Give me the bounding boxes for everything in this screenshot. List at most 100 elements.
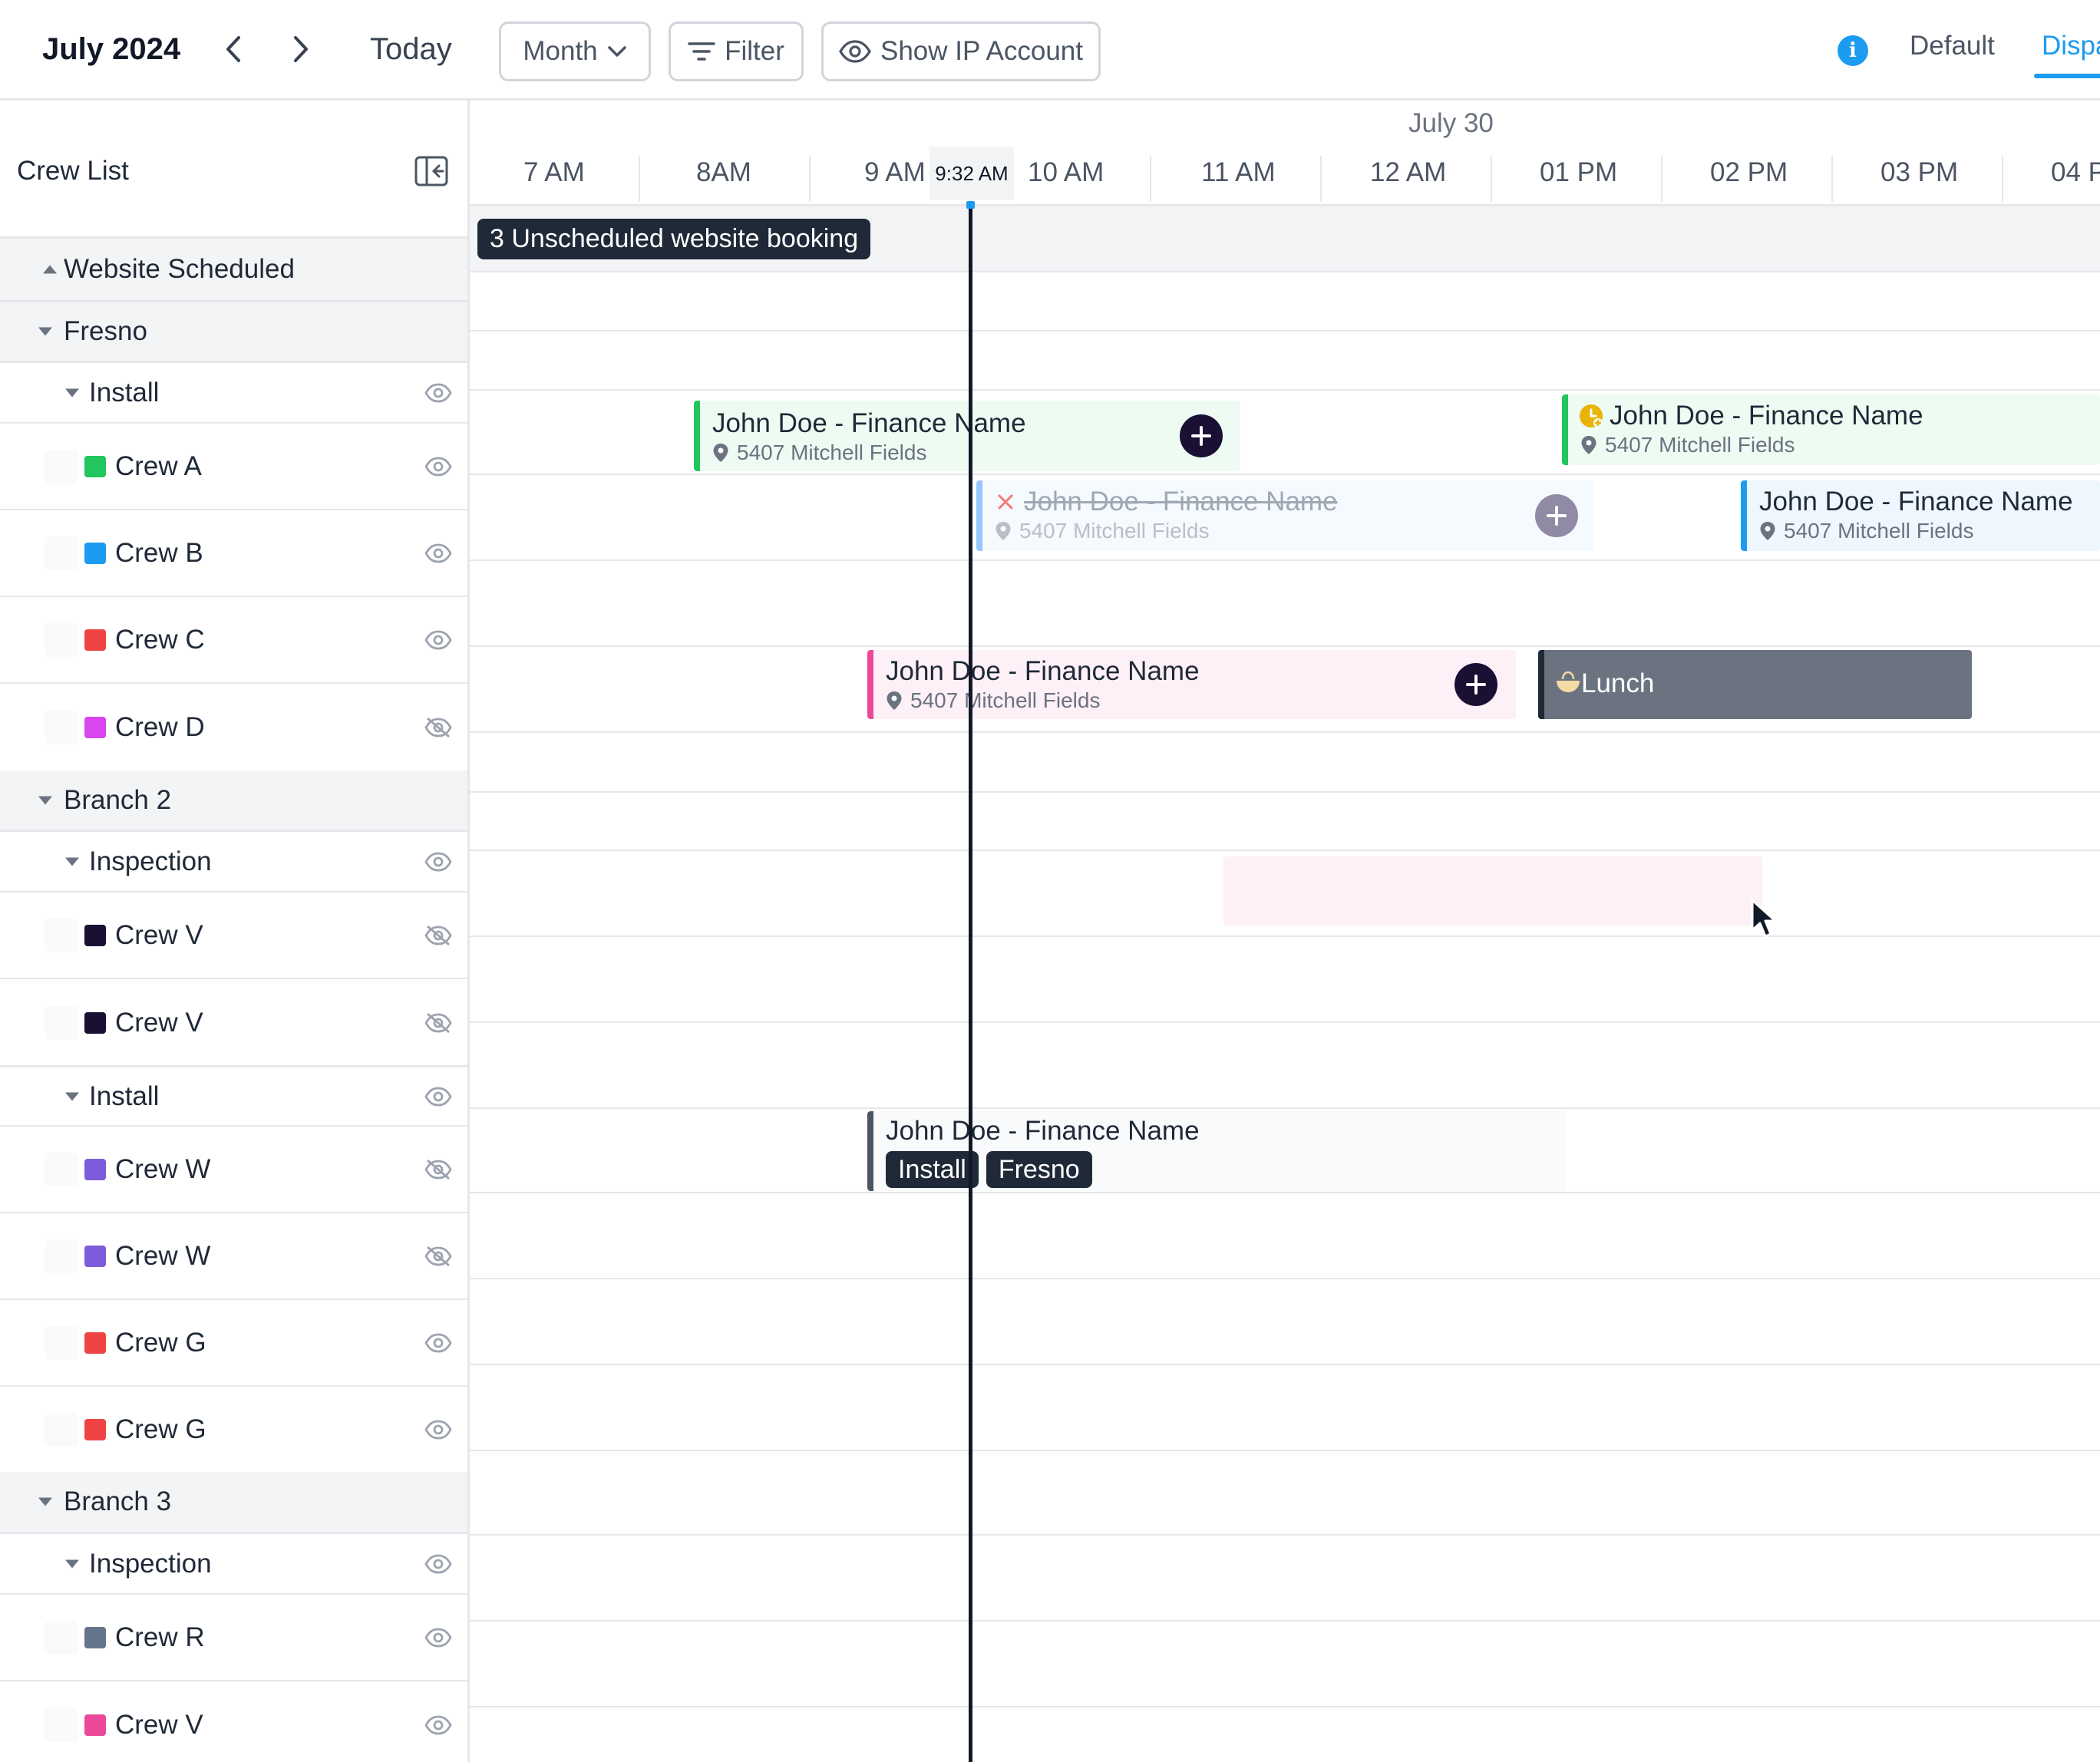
next-month-button[interactable] <box>284 31 318 68</box>
event-tag: Install <box>886 1151 979 1188</box>
crew-row[interactable]: Crew V <box>0 893 467 979</box>
caret-down-icon[interactable] <box>65 1559 79 1568</box>
info-icon[interactable]: i <box>1838 35 1868 66</box>
crew-row[interactable]: Crew V <box>0 1681 467 1762</box>
caret-down-icon[interactable] <box>65 857 79 866</box>
crew-label: Crew R <box>115 1622 205 1652</box>
category-label: Install <box>89 377 160 408</box>
booking-event[interactable]: John Doe - Finance Name 5407 Mitchell Fi… <box>694 401 1240 471</box>
view-select[interactable]: Month <box>499 21 651 81</box>
tab-default[interactable]: Default <box>1910 31 1995 61</box>
show-ip-account-button[interactable]: Show IP Account <box>821 21 1101 81</box>
eye-off-icon[interactable] <box>424 717 452 738</box>
hour-divider <box>2002 156 2003 202</box>
crew-row[interactable]: Crew C <box>0 597 467 684</box>
eye-icon[interactable] <box>424 1553 452 1575</box>
crew-row[interactable]: Crew G <box>0 1300 467 1387</box>
category-install[interactable]: Install <box>0 363 467 424</box>
eye-icon[interactable] <box>424 382 452 404</box>
event-title: John Doe - Finance Name <box>1759 487 2073 516</box>
add-crew-button[interactable] <box>1454 663 1497 706</box>
crew-row[interactable]: Crew B <box>0 510 467 597</box>
collapse-panel-icon[interactable] <box>414 156 448 186</box>
booking-event[interactable]: John Doe - Finance Name 5407 Mitchell Fi… <box>867 650 1516 719</box>
grid-line <box>470 389 2100 391</box>
eye-icon[interactable] <box>424 1086 452 1107</box>
timeline-header: July 30 7 AM 8AM 9 AM 10 AM 11 AM 12 AM … <box>470 101 2100 206</box>
filter-button[interactable]: Filter <box>669 21 804 81</box>
eye-off-icon[interactable] <box>424 925 452 946</box>
location-pin-icon <box>1581 436 1596 454</box>
eye-icon[interactable] <box>424 456 452 477</box>
caret-down-icon[interactable] <box>38 1497 52 1506</box>
eye-icon[interactable] <box>424 1332 452 1354</box>
eye-icon[interactable] <box>424 1627 452 1648</box>
crew-checkbox[interactable] <box>45 711 78 744</box>
group-website-scheduled[interactable]: Website Scheduled <box>0 239 467 302</box>
caret-down-icon[interactable] <box>65 388 79 397</box>
today-button[interactable]: Today <box>370 32 452 67</box>
crew-color-swatch <box>84 1626 106 1648</box>
crew-checkbox[interactable] <box>45 449 78 483</box>
branch-branch-3[interactable]: Branch 3 <box>0 1472 467 1534</box>
category-install[interactable]: Install <box>0 1065 467 1127</box>
eye-icon[interactable] <box>424 1714 452 1736</box>
event-location: 5407 Mitchell Fields <box>712 440 926 465</box>
filter-label: Filter <box>725 36 784 66</box>
tab-dispatch[interactable]: Dispa <box>2042 31 2100 61</box>
crew-checkbox[interactable] <box>45 1708 78 1742</box>
timeline-date: July 30 <box>1408 108 1494 138</box>
crew-row[interactable]: Crew W <box>0 1213 467 1300</box>
unscheduled-bookings-badge[interactable]: 3 Unscheduled website booking <box>477 219 871 259</box>
category-inspection[interactable]: Inspection <box>0 1534 467 1595</box>
grid-line <box>470 1534 2100 1536</box>
caret-down-icon[interactable] <box>38 796 52 804</box>
crew-checkbox[interactable] <box>45 1152 78 1186</box>
crew-checkbox[interactable] <box>45 1620 78 1655</box>
caret-up-icon[interactable] <box>43 265 57 274</box>
add-crew-button[interactable] <box>1535 494 1578 537</box>
crew-label: Crew V <box>115 1709 203 1740</box>
eye-icon[interactable] <box>424 1419 452 1440</box>
prev-month-button[interactable] <box>216 31 250 68</box>
grid-line <box>470 271 2100 272</box>
crew-checkbox[interactable] <box>45 1006 78 1040</box>
crew-row[interactable]: Crew A <box>0 424 467 510</box>
caret-down-icon[interactable] <box>38 327 52 336</box>
branch-fresno[interactable]: Fresno <box>0 302 467 363</box>
hour-divider <box>639 156 640 202</box>
crew-checkbox[interactable] <box>45 1239 78 1273</box>
crew-checkbox[interactable] <box>45 1325 78 1360</box>
branch-branch-2[interactable]: Branch 2 <box>0 770 467 832</box>
booking-event[interactable]: John Doe - Finance Name 5407 Mitchell Fi… <box>1562 394 2100 465</box>
eye-off-icon[interactable] <box>424 1159 452 1180</box>
crew-color-swatch <box>84 1331 106 1354</box>
crew-checkbox[interactable] <box>45 918 78 952</box>
active-tab-indicator <box>2034 74 2100 78</box>
crew-checkbox[interactable] <box>45 1413 78 1447</box>
cancelled-booking-event[interactable]: John Doe - Finance Name 5407 Mitchell Fi… <box>976 480 1593 551</box>
eye-icon[interactable] <box>424 629 452 651</box>
grid-line <box>470 1706 2100 1708</box>
month-title: July 2024 <box>42 32 181 66</box>
drag-placeholder-block[interactable] <box>1223 856 1762 926</box>
eye-off-icon[interactable] <box>424 1012 452 1034</box>
hour-label: 04 P <box>2051 157 2100 187</box>
crew-checkbox[interactable] <box>45 622 78 657</box>
lunch-break-block[interactable]: Lunch <box>1538 650 1972 719</box>
eye-icon <box>839 40 871 63</box>
eye-icon[interactable] <box>424 543 452 564</box>
caret-down-icon[interactable] <box>65 1092 79 1100</box>
plus-icon <box>1466 675 1486 695</box>
eye-icon[interactable] <box>424 851 452 873</box>
crew-row[interactable]: Crew W <box>0 1127 467 1213</box>
add-crew-button[interactable] <box>1180 414 1223 457</box>
category-label: Inspection <box>89 1548 212 1579</box>
crew-row[interactable]: Crew R <box>0 1595 467 1681</box>
hour-divider <box>1320 156 1322 202</box>
crew-checkbox[interactable] <box>45 536 78 570</box>
eye-off-icon[interactable] <box>424 1246 452 1267</box>
category-inspection[interactable]: Inspection <box>0 832 467 893</box>
booking-event[interactable]: John Doe - Finance Name 5407 Mitchell Fi… <box>1741 480 2100 551</box>
location-pin-icon <box>713 444 728 462</box>
